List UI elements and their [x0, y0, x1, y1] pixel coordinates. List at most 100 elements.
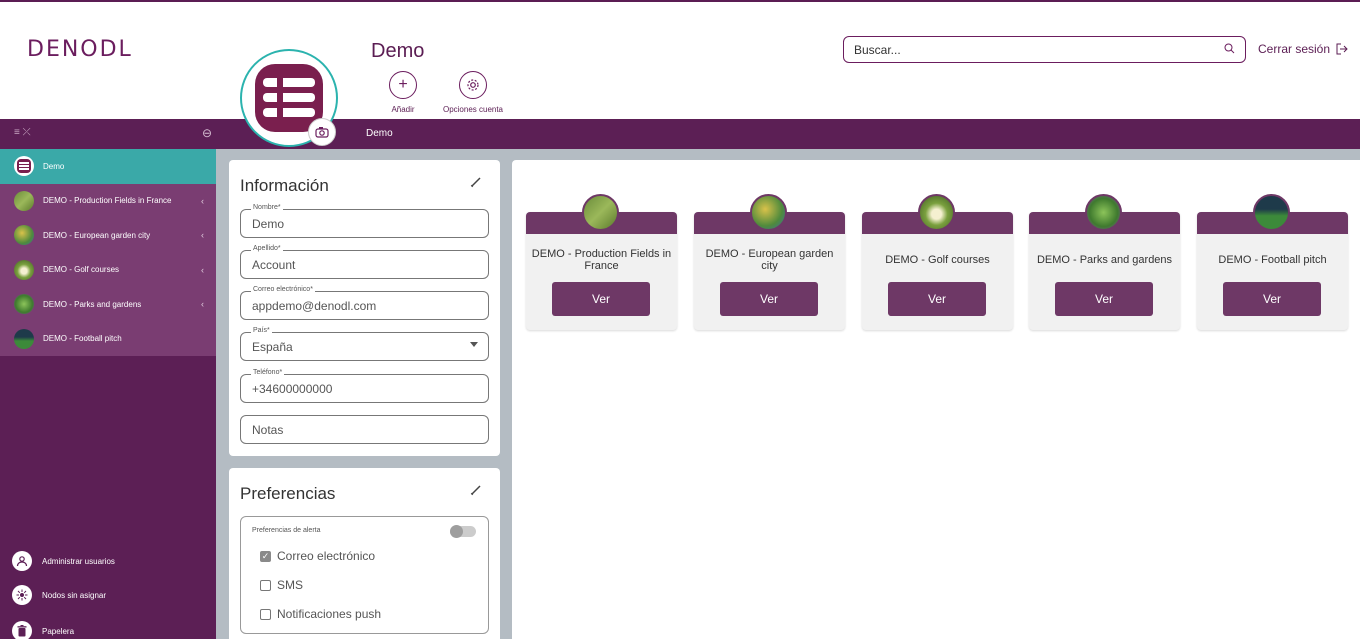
- surname-field[interactable]: Apellido* Account: [240, 245, 489, 279]
- field-thumbnail: [582, 194, 619, 231]
- account-options-label: Opciones cuenta: [442, 105, 504, 114]
- sidebar-item-european-garden[interactable]: DEMO - European garden city ‹: [0, 218, 216, 253]
- preferences-title: Preferencias: [240, 484, 336, 503]
- sidebar-item-demo[interactable]: Demo: [0, 149, 216, 184]
- plus-icon: +: [389, 71, 417, 99]
- checkbox-checked-icon: ✓: [260, 550, 271, 562]
- phone-label: Teléfono*: [251, 369, 285, 376]
- search-input[interactable]: [854, 42, 1224, 57]
- phone-field[interactable]: Teléfono* +34600000000: [240, 369, 489, 403]
- sidebar-item-parks-gardens[interactable]: DEMO - Parks and gardens ‹: [0, 287, 216, 322]
- garden-thumbnail: [14, 225, 34, 246]
- dropdown-arrow-icon[interactable]: [470, 342, 478, 347]
- checkbox-unchecked-icon: [260, 579, 271, 591]
- logout-button[interactable]: Cerrar sesión: [1258, 42, 1348, 56]
- top-bar: ≡ ⤫ ⊖ Demo: [0, 119, 1360, 149]
- field-thumbnail: [14, 190, 34, 211]
- park-thumbnail: [14, 294, 34, 315]
- sidebar-item-production-fields[interactable]: DEMO - Production Fields in France ‹: [0, 184, 216, 219]
- push-checkbox[interactable]: Notificaciones push: [260, 607, 381, 621]
- unassigned-nodes-button[interactable]: Nodos sin asignar: [12, 585, 212, 605]
- node-title: DEMO - Football pitch: [1218, 254, 1327, 266]
- sidebar: Demo DEMO - Production Fields in France …: [0, 149, 216, 639]
- chevron-left-icon[interactable]: ‹: [201, 299, 204, 309]
- golf-thumbnail: [918, 194, 955, 231]
- name-label: Nombre*: [251, 204, 283, 211]
- search-box[interactable]: [843, 36, 1246, 63]
- sidebar-item-label: DEMO - Golf courses: [43, 265, 120, 275]
- view-button[interactable]: Ver: [888, 282, 986, 316]
- sidebar-tree: Demo DEMO - Production Fields in France …: [0, 149, 216, 356]
- gear-icon: [459, 71, 487, 99]
- account-options-button[interactable]: Opciones cuenta: [433, 71, 513, 114]
- search-icon[interactable]: [1224, 43, 1235, 57]
- view-button[interactable]: Ver: [1055, 282, 1153, 316]
- name-value: Demo: [252, 217, 285, 231]
- sidebar-item-golf-courses[interactable]: DEMO - Golf courses ‹: [0, 253, 216, 288]
- users-icon: [12, 551, 32, 571]
- denodl-logo-icon: [14, 156, 34, 177]
- node-icon: [12, 585, 32, 605]
- view-button[interactable]: Ver: [720, 282, 818, 316]
- node-title: DEMO - Golf courses: [885, 254, 990, 266]
- toggle-knob: [450, 525, 463, 538]
- trash-icon: [12, 621, 32, 639]
- account-title: Demo: [371, 40, 425, 62]
- node-title: DEMO - European garden city: [705, 248, 834, 272]
- sidebar-item-label: DEMO - European garden city: [43, 230, 151, 240]
- manage-users-button[interactable]: Administrar usuarios: [12, 551, 212, 571]
- header: DENODL Demo + Añadir Opciones cuenta Cer…: [0, 0, 1360, 147]
- sidebar-item-football-pitch[interactable]: DEMO - Football pitch: [0, 322, 216, 357]
- main-content: Información Nombre* Demo Apellido* Accou…: [216, 149, 1360, 639]
- node-card: DEMO - Golf courses Ver: [862, 194, 1013, 330]
- push-option-label: Notificaciones push: [277, 607, 382, 621]
- email-label: Correo electrónico*: [251, 286, 315, 293]
- sms-option-label: SMS: [277, 578, 304, 592]
- alert-preferences-box: Preferencias de alerta ✓ Correo electrón…: [240, 516, 489, 634]
- preferences-card: Preferencias Preferencias de alerta ✓ Co…: [229, 468, 500, 639]
- golf-thumbnail: [14, 259, 34, 280]
- sidebar-item-label: DEMO - Football pitch: [43, 334, 122, 344]
- breadcrumb: Demo: [366, 128, 393, 139]
- trash-button[interactable]: Papelera: [12, 621, 212, 639]
- node-card: DEMO - European garden city Ver: [694, 194, 845, 330]
- collapse-tree-icon[interactable]: ≡ ⤫: [14, 127, 31, 138]
- edit-preferences-pencil-icon[interactable]: [470, 484, 482, 499]
- node-title: DEMO - Production Fields in France: [531, 248, 672, 272]
- surname-label: Apellido*: [251, 245, 283, 252]
- view-button[interactable]: Ver: [552, 282, 650, 316]
- nodes-panel: DEMO - Production Fields in France Ver D…: [512, 160, 1360, 639]
- email-value: appdemo@denodl.com: [252, 299, 377, 313]
- node-card: DEMO - Production Fields in France Ver: [526, 194, 677, 330]
- view-button[interactable]: Ver: [1223, 282, 1321, 316]
- football-thumbnail: [1253, 194, 1290, 231]
- chevron-left-icon[interactable]: ‹: [201, 265, 204, 275]
- football-thumbnail: [14, 328, 34, 349]
- trash-label: Papelera: [42, 626, 75, 636]
- chevron-left-icon[interactable]: ‹: [201, 196, 204, 206]
- phone-value: +34600000000: [252, 382, 333, 396]
- alerts-toggle[interactable]: [450, 525, 476, 538]
- logout-icon: [1336, 43, 1348, 55]
- notes-field[interactable]: Notas: [240, 415, 489, 444]
- garden-thumbnail: [750, 194, 787, 231]
- country-value: España: [252, 340, 293, 354]
- email-checkbox[interactable]: ✓ Correo electrónico: [260, 549, 375, 563]
- minimize-sidebar-icon[interactable]: ⊖: [202, 126, 212, 140]
- alert-preferences-title: Preferencias de alerta: [252, 527, 321, 534]
- add-label: Añadir: [391, 105, 415, 114]
- park-thumbnail: [1085, 194, 1122, 231]
- email-field[interactable]: Correo electrónico* appdemo@denodl.com: [240, 286, 489, 320]
- unassigned-nodes-label: Nodos sin asignar: [42, 590, 107, 600]
- denodl-logo[interactable]: DENODL: [27, 37, 133, 62]
- country-select[interactable]: País* España: [240, 327, 489, 361]
- info-card: Información Nombre* Demo Apellido* Accou…: [229, 160, 500, 456]
- add-button[interactable]: + Añadir: [363, 71, 443, 114]
- node-card: DEMO - Football pitch Ver: [1197, 194, 1348, 330]
- surname-value: Account: [252, 258, 296, 272]
- edit-info-pencil-icon[interactable]: [470, 176, 482, 191]
- name-field[interactable]: Nombre* Demo: [240, 204, 489, 238]
- chevron-left-icon[interactable]: ‹: [201, 230, 204, 240]
- sms-checkbox[interactable]: SMS: [260, 578, 303, 592]
- change-photo-camera-icon[interactable]: [308, 118, 336, 146]
